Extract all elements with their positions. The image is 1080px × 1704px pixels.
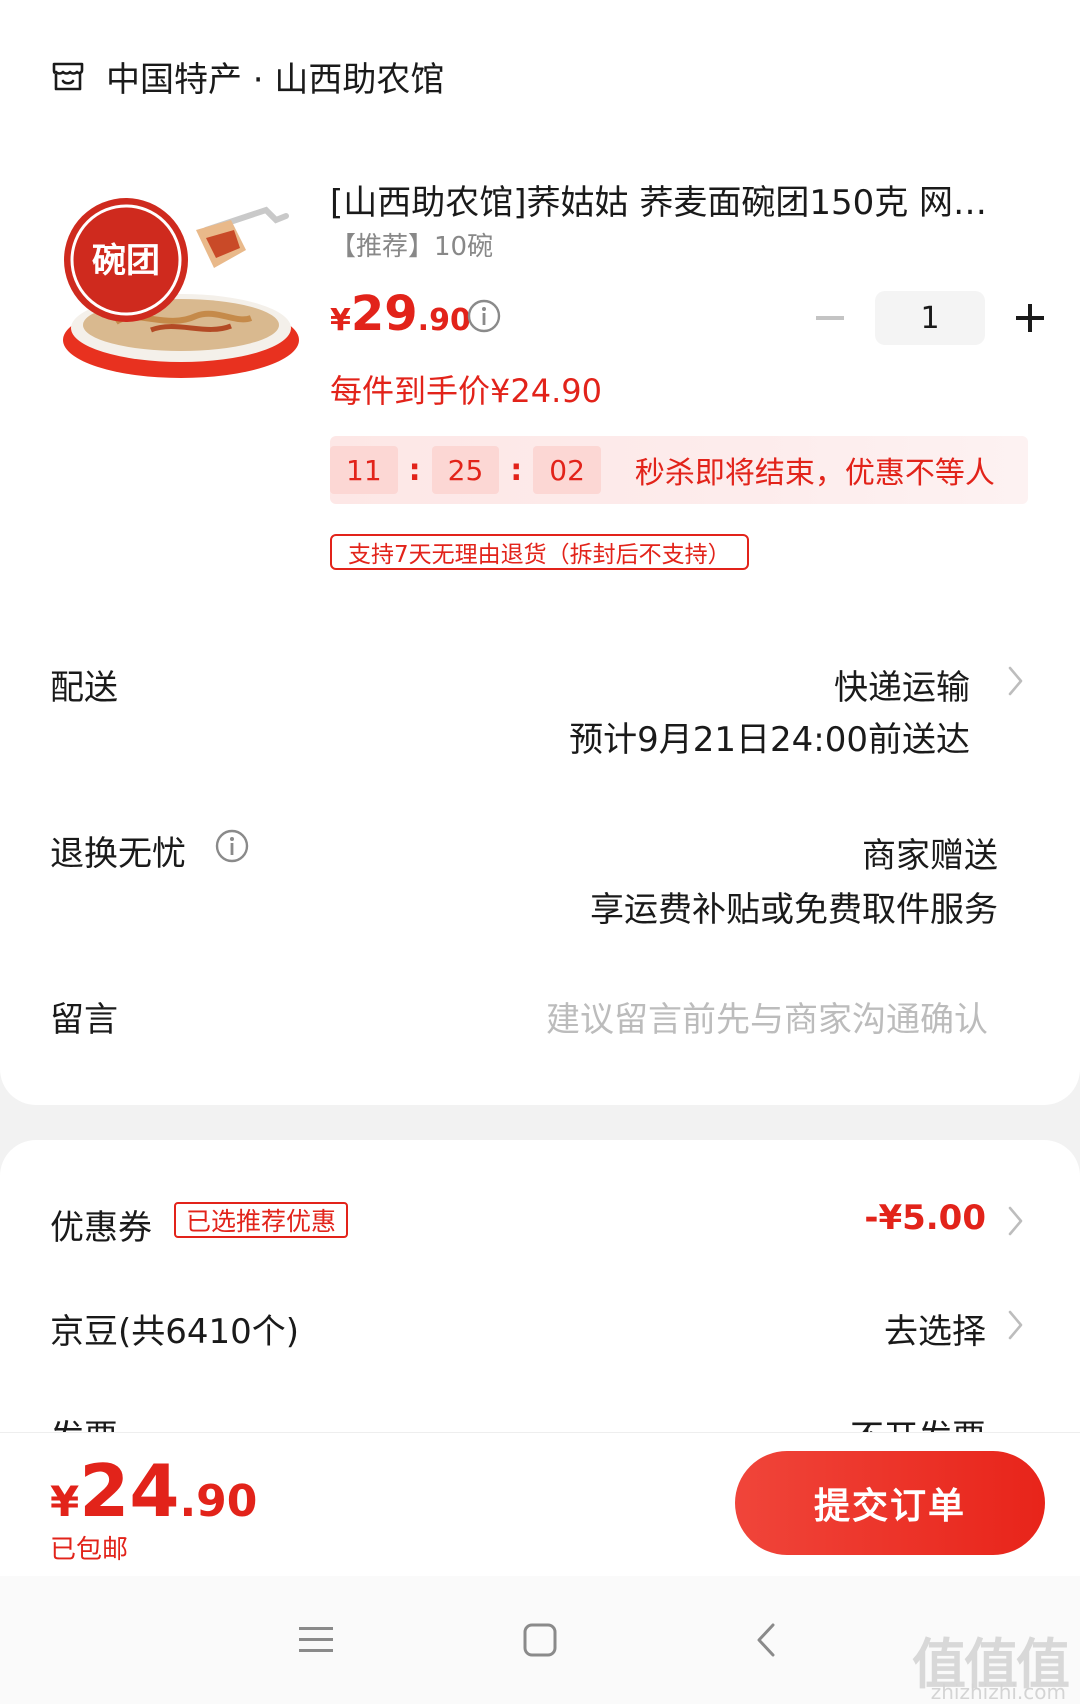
exchange-value: 商家赠送 [862, 836, 998, 876]
submit-order-button[interactable]: 提交订单 [735, 1451, 1045, 1555]
back-button[interactable] [738, 1612, 794, 1668]
quantity-increase-button[interactable] [1005, 290, 1055, 346]
home-button[interactable] [512, 1612, 568, 1668]
chevron-right-icon[interactable] [1006, 664, 1026, 698]
store-icon [52, 62, 84, 91]
flash-sale-banner: 11 : 25 : 02 秒杀即将结束，优惠不等人 [330, 436, 1028, 504]
total-price: ¥ 24 .90 [50, 1449, 258, 1533]
back-icon [757, 1623, 775, 1657]
shipping-note: 已包邮 [50, 1535, 129, 1565]
chevron-right-icon[interactable] [1006, 1308, 1026, 1342]
shop-header[interactable]: 中国特产 · 山西助农馆 [50, 48, 444, 104]
countdown-separator: : [408, 452, 421, 488]
coupon-value[interactable]: -¥5.00 [864, 1198, 986, 1238]
countdown-hours: 11 [330, 446, 398, 494]
quantity-stepper: 1 [805, 290, 1055, 346]
countdown-seconds: 02 [533, 446, 601, 494]
message-label: 留言 [50, 1000, 118, 1040]
per-item-price: 每件到手价¥24.90 [330, 372, 602, 410]
exchange-detail: 享运费补贴或免费取件服务 [590, 890, 998, 930]
countdown-minutes: 25 [431, 446, 500, 494]
order-main-card: 中国特产 · 山西助农馆 碗团 [山西助农馆]荞姑姑 荞麦面碗团150克 网红山… [0, 0, 1080, 1105]
exchange-label: 退换无忧 [50, 834, 186, 874]
countdown-separator: : [510, 452, 523, 488]
discount-card: 优惠券 京豆(共6410个) 去选择 发票 不开发票 [0, 1140, 1080, 1440]
coupon-label: 优惠券 [50, 1208, 152, 1248]
watermark-url: zhizhizhi.com [930, 1680, 1066, 1704]
product-price: ¥ 29 .90 [330, 286, 471, 342]
delivery-label: 配送 [50, 668, 118, 708]
flash-sale-text: 秒杀即将结束，优惠不等人 [634, 456, 995, 491]
product-image-badge: 碗团 [92, 241, 160, 281]
delivery-method[interactable]: 快递运输 [834, 660, 970, 709]
info-icon[interactable] [214, 828, 250, 864]
minus-icon [816, 316, 844, 320]
quantity-decrease-button[interactable] [805, 290, 855, 346]
plus-icon [1016, 304, 1044, 332]
coupon-badge: 已选推荐优惠 [174, 1202, 349, 1238]
jd-beans-label: 京豆(共6410个) [50, 1312, 300, 1352]
checkout-bar: ¥ 24 .90 已包邮 提交订单 [0, 1432, 1080, 1576]
product-spec[interactable]: 【推荐】10碗 [330, 226, 493, 263]
return-policy-badge: 支持7天无理由退货（拆封后不支持） [330, 534, 749, 570]
menu-button[interactable] [288, 1612, 344, 1668]
home-square-icon [523, 1623, 557, 1657]
jd-beans-select[interactable]: 去选择 [884, 1304, 986, 1353]
chevron-right-icon[interactable] [1006, 1204, 1026, 1238]
shop-name: 中国特产 · 山西助农馆 [106, 59, 445, 100]
menu-icon [299, 1627, 333, 1652]
product-title[interactable]: [山西助农馆]荞姑姑 荞麦面碗团150克 网红山西特产小吃 地方美食 [330, 175, 1020, 224]
message-input[interactable]: 建议留言前先与商家沟通确认 [546, 992, 988, 1041]
delivery-eta: 预计9月21日24:00前送达 [569, 720, 970, 760]
info-icon[interactable] [466, 298, 502, 334]
product-image[interactable]: 碗团 [56, 190, 306, 400]
quantity-input[interactable]: 1 [875, 291, 985, 345]
